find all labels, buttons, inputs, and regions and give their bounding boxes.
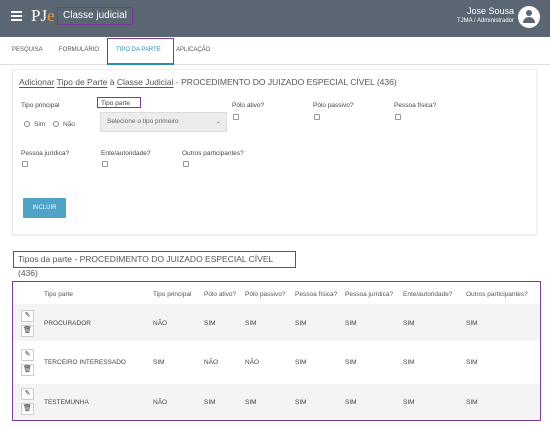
cell-polo-passivo: SIM xyxy=(245,399,257,406)
form-title: Adicionar Tipo de Parte à Classe Judicia… xyxy=(19,77,397,87)
user-role: TJMA / Administrador xyxy=(456,18,514,24)
trash-icon[interactable]: 🗑 xyxy=(21,325,34,337)
table-row: ✎ 🗑 TERCEIRO INTERESSADO SIM NÃO NÃO SIM… xyxy=(13,344,540,381)
add-tipo-parte-form: Adicionar Tipo de Parte à Classe Judicia… xyxy=(12,69,537,235)
cell-tipo-parte: TESTEMUNHA xyxy=(44,399,89,406)
cell-ente-autoridade: SIM xyxy=(403,399,415,406)
cell-ente-autoridade: SIM xyxy=(403,359,415,366)
cell-pessoa-juridica: SIM xyxy=(345,320,357,327)
pessoa-fisica-checkbox[interactable] xyxy=(395,114,401,120)
polo-passivo-checkbox[interactable] xyxy=(314,114,320,120)
cell-polo-passivo: SIM xyxy=(245,320,257,327)
tab-pesquisa[interactable]: PESQUISA xyxy=(12,47,43,53)
pessoa-fisica-label: Pessoa física? xyxy=(394,102,437,109)
user-avatar-icon[interactable] xyxy=(518,6,540,28)
cell-pessoa-fisica: SIM xyxy=(295,359,307,366)
radio-nao-label: Não xyxy=(63,121,75,128)
tab-bar: PESQUISA FORMULÁRIO TIPO DA PARTE APLICA… xyxy=(0,37,550,65)
col-outros-participantes: Outros participantes? xyxy=(466,291,528,298)
pessoa-juridica-checkbox[interactable] xyxy=(22,161,28,167)
radio-sim[interactable] xyxy=(24,121,30,127)
chevron-down-icon: ⌄ xyxy=(215,119,221,125)
cell-pessoa-fisica: SIM xyxy=(295,399,307,406)
outros-participantes-label: Outros participantes? xyxy=(182,150,244,157)
ente-autoridade-checkbox[interactable] xyxy=(102,161,108,167)
cell-tipo-principal: SIM xyxy=(153,359,165,366)
cell-ente-autoridade: SIM xyxy=(403,320,415,327)
cell-pessoa-juridica: SIM xyxy=(345,359,357,366)
cell-outros-participantes: SIM xyxy=(466,320,478,327)
col-tipo-principal: Tipo principal xyxy=(153,291,192,298)
cell-tipo-principal: NÃO xyxy=(153,320,168,327)
incluir-button[interactable]: INCLUIR xyxy=(23,198,66,218)
outros-participantes-checkbox[interactable] xyxy=(183,161,189,167)
list-title: Tipos da parte - PROCEDIMENTO DO JUIZADO… xyxy=(13,251,296,278)
cell-polo-passivo: NÃO xyxy=(245,359,260,366)
user-name: Jose Sousa xyxy=(466,6,514,16)
tipos-parte-table: Tipo parte Tipo principal Pólo ativo? Pó… xyxy=(12,281,541,421)
pessoa-juridica-label: Pessoa jurídica? xyxy=(21,150,70,157)
ente-autoridade-label: Ente/autoridade? xyxy=(101,150,151,157)
cell-tipo-parte: TERCEIRO INTERESSADO xyxy=(44,359,126,366)
col-ente-autoridade: Ente/autoridade? xyxy=(403,291,453,298)
cell-pessoa-juridica: SIM xyxy=(345,399,357,406)
pencil-icon[interactable]: ✎ xyxy=(21,310,34,322)
cell-outros-participantes: SIM xyxy=(466,399,478,406)
hamburger-menu-icon[interactable] xyxy=(11,11,22,21)
radio-nao[interactable] xyxy=(53,121,59,127)
tipo-parte-label: Tipo parte xyxy=(101,100,131,107)
cell-polo-ativo: SIM xyxy=(204,320,216,327)
polo-ativo-checkbox[interactable] xyxy=(233,114,239,120)
tipo-parte-select[interactable]: Selecione o tipo primeiro ⌄ xyxy=(100,112,227,132)
tipo-principal-label: Tipo principal xyxy=(21,102,60,109)
trash-icon[interactable]: 🗑 xyxy=(21,364,34,376)
tab-tipo-da-parte[interactable]: TIPO DA PARTE xyxy=(116,47,161,53)
polo-passivo-label: Pólo passivo? xyxy=(313,102,354,109)
col-polo-passivo: Pólo passivo? xyxy=(245,291,286,298)
col-pessoa-juridica: Pessoa jurídica? xyxy=(345,291,394,298)
col-polo-ativo: Pólo ativo? xyxy=(204,291,237,298)
pencil-icon[interactable]: ✎ xyxy=(21,349,34,361)
cell-polo-ativo: SIM xyxy=(204,399,216,406)
app-title: Classe judicial xyxy=(57,7,133,25)
top-bar: PJe Classe judicial Jose Sousa TJMA / Ad… xyxy=(0,0,550,37)
col-pessoa-fisica: Pessoa física? xyxy=(295,291,338,298)
table-row: ✎ 🗑 PROCURADOR NÃO SIM SIM SIM SIM SIM S… xyxy=(13,304,540,341)
cell-outros-participantes: SIM xyxy=(466,359,478,366)
pje-logo[interactable]: PJe xyxy=(31,6,55,26)
polo-ativo-label: Pólo ativo? xyxy=(232,102,265,109)
table-row: ✎ 🗑 TESTEMUNHA NÃO SIM SIM SIM SIM SIM S… xyxy=(13,384,540,420)
cell-tipo-principal: NÃO xyxy=(153,399,168,406)
cell-pessoa-fisica: SIM xyxy=(295,320,307,327)
tab-aplicacao[interactable]: APLICAÇÃO xyxy=(176,47,210,53)
pencil-icon[interactable]: ✎ xyxy=(21,388,34,400)
cell-tipo-parte: PROCURADOR xyxy=(44,320,91,327)
cell-polo-ativo: NÃO xyxy=(204,359,219,366)
radio-sim-label: Sim xyxy=(34,121,46,128)
trash-icon[interactable]: 🗑 xyxy=(21,403,34,415)
col-tipo-parte: Tipo parte xyxy=(44,291,74,298)
tab-formulario[interactable]: FORMULÁRIO xyxy=(59,47,99,53)
